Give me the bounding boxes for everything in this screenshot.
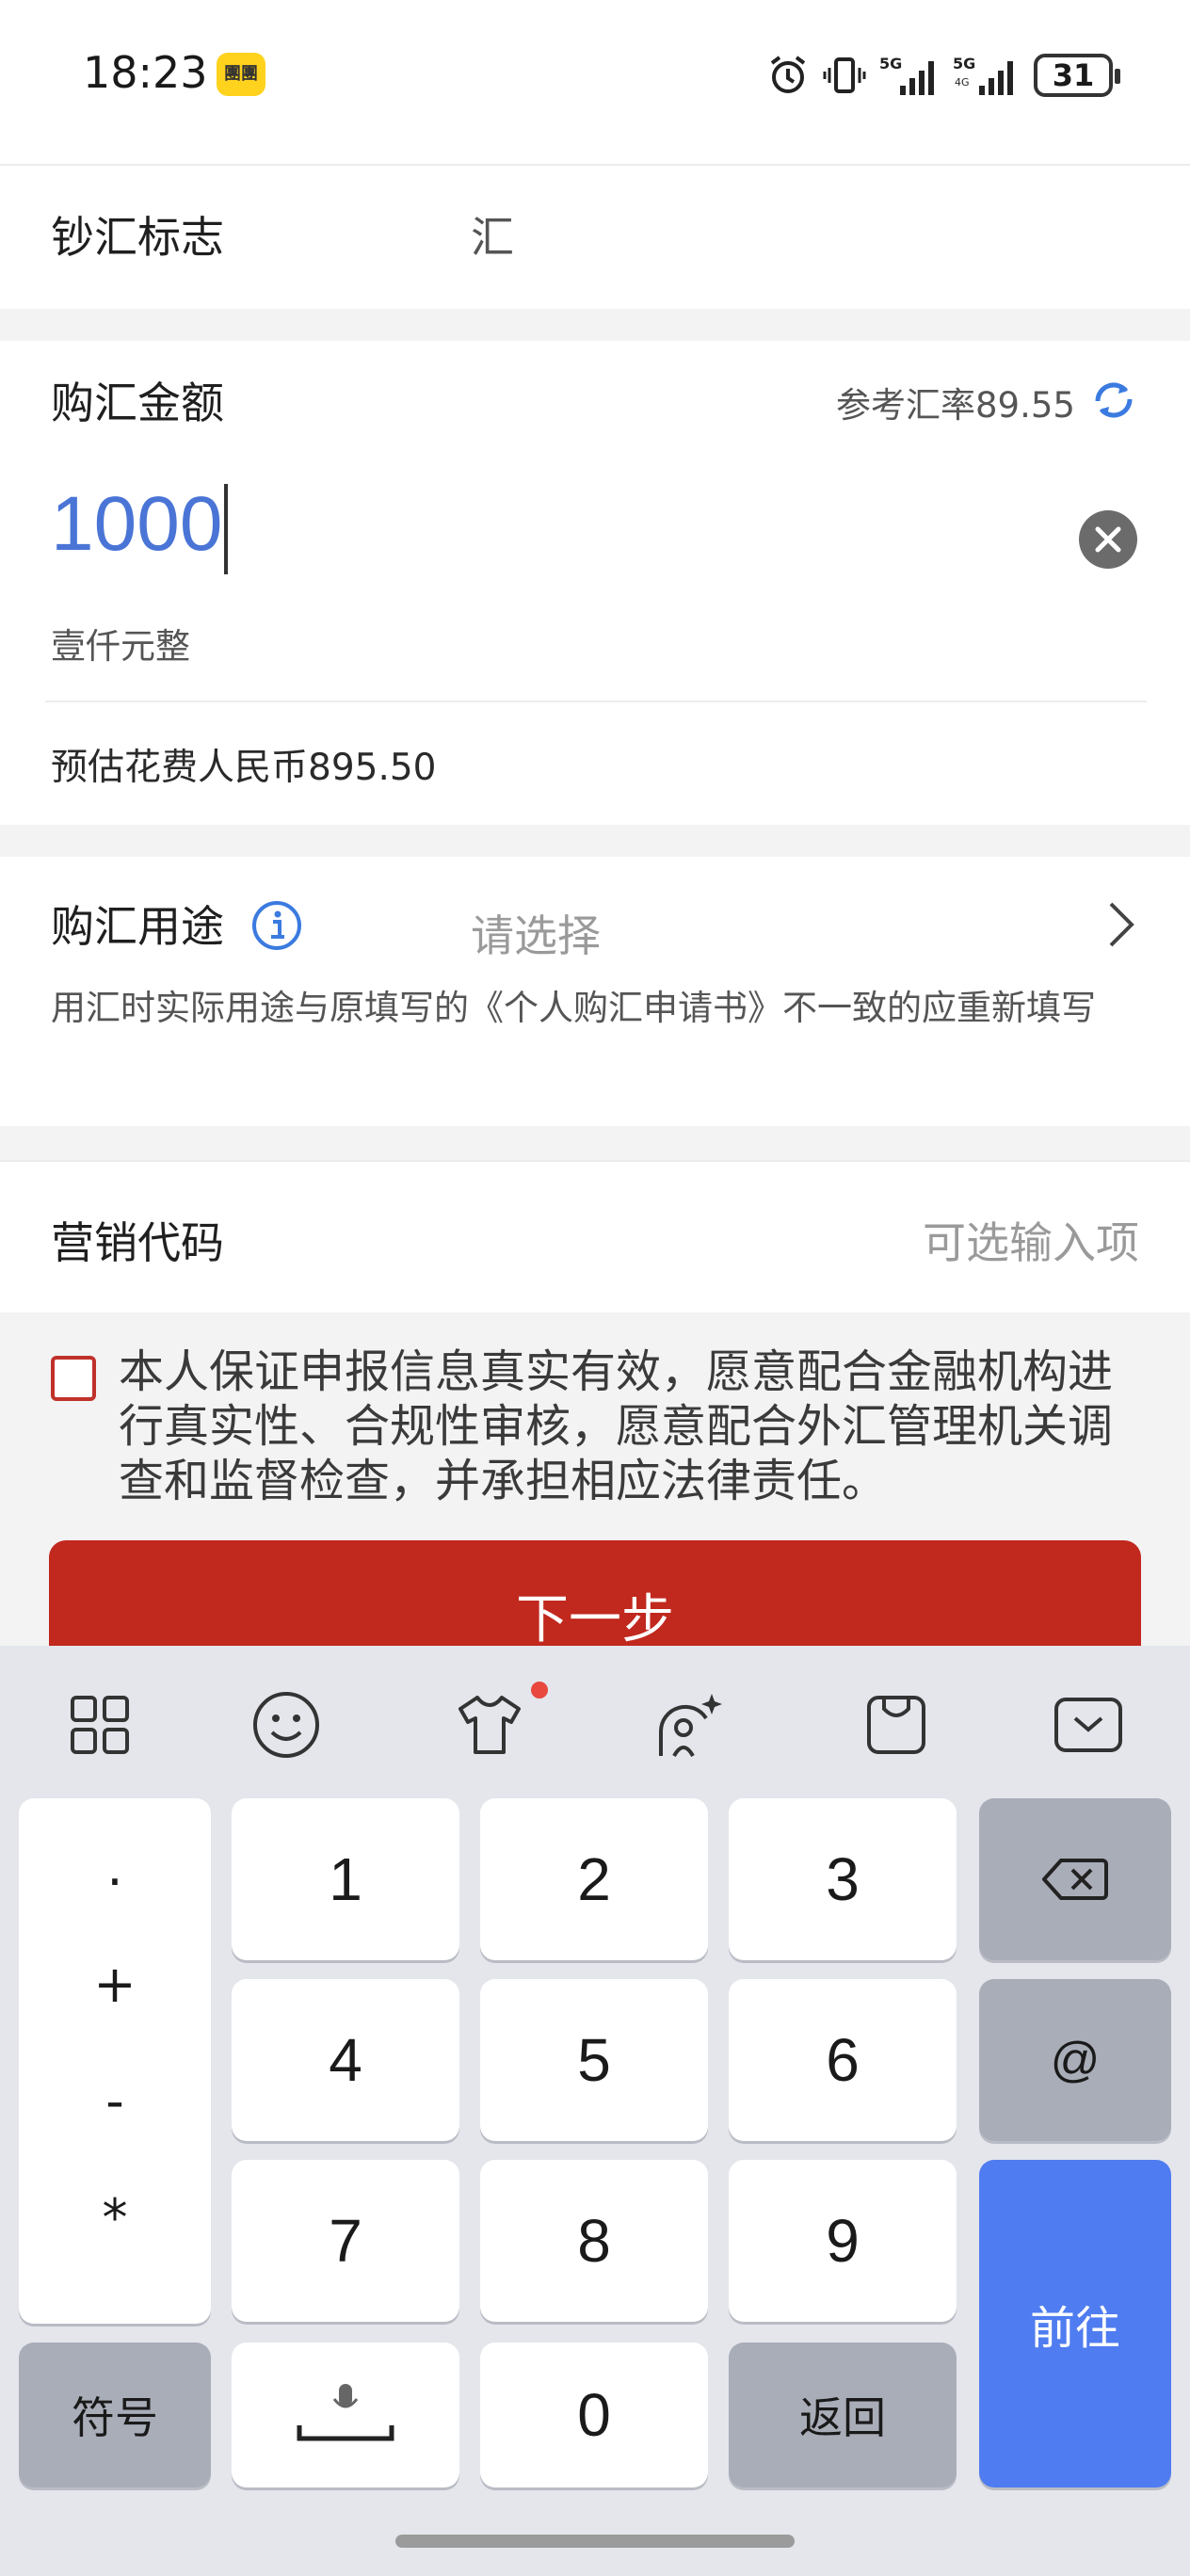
svg-text:5G: 5G bbox=[879, 55, 902, 72]
home-indicator[interactable] bbox=[395, 2535, 795, 2548]
svg-text:5G: 5G bbox=[953, 55, 975, 72]
key-4[interactable]: 4 bbox=[232, 1979, 459, 2141]
clear-amount-button[interactable] bbox=[1079, 510, 1137, 569]
key-at[interactable]: @ bbox=[979, 1979, 1171, 2141]
section-gap bbox=[0, 309, 1190, 341]
go-key[interactable]: 前往 bbox=[979, 2160, 1171, 2487]
back-key[interactable]: 返回 bbox=[729, 2343, 957, 2487]
key-3[interactable]: 3 bbox=[729, 1798, 957, 1960]
text-caret bbox=[224, 484, 229, 575]
key-0[interactable]: 0 bbox=[480, 2343, 708, 2487]
key-2[interactable]: 2 bbox=[480, 1798, 708, 1960]
battery-icon: 31 bbox=[1034, 54, 1120, 97]
space-key[interactable] bbox=[232, 2343, 459, 2487]
skin-icon[interactable] bbox=[452, 1682, 548, 1763]
key-9[interactable]: 9 bbox=[729, 2160, 957, 2322]
amount-label: 购汇金额 bbox=[51, 378, 224, 428]
section-gap bbox=[0, 825, 1190, 857]
symbol-key[interactable]: 符号 bbox=[19, 2343, 211, 2487]
ai-icon[interactable] bbox=[653, 1687, 729, 1763]
backspace-key[interactable] bbox=[979, 1798, 1171, 1960]
key-6[interactable]: 6 bbox=[729, 1979, 957, 2141]
backspace-icon bbox=[1042, 1859, 1108, 1900]
cash-flag-label: 钞汇标志 bbox=[51, 212, 224, 263]
estimated-cost: 预估花费人民币895.50 bbox=[51, 747, 437, 789]
grid-icon[interactable] bbox=[62, 1687, 137, 1763]
close-icon bbox=[1095, 526, 1121, 553]
key-5[interactable]: 5 bbox=[480, 1979, 708, 2141]
cash-flag-row: 钞汇标志 汇 bbox=[0, 168, 1190, 309]
symbol-column: . + - * bbox=[19, 1798, 211, 2324]
declaration-checkbox[interactable] bbox=[51, 1356, 96, 1401]
key-dot[interactable]: . bbox=[19, 1838, 211, 1897]
info-icon[interactable] bbox=[250, 899, 303, 952]
clipboard-icon[interactable] bbox=[859, 1687, 934, 1763]
section-gap bbox=[0, 1126, 1190, 1160]
status-bar: 18:23 團團 5G 5G 4G 31 bbox=[0, 0, 1190, 166]
key-8[interactable]: 8 bbox=[480, 2160, 708, 2322]
declaration-text: 本人保证申报信息真实有效，愿意配合金融机构进行真实性、合规性审核，愿意配合外汇管… bbox=[119, 1345, 1114, 1507]
app-notification-icon: 團團 bbox=[217, 53, 265, 96]
svg-text:4G: 4G bbox=[955, 76, 970, 89]
key-plus[interactable]: + bbox=[19, 1955, 211, 2014]
purpose-label: 购汇用途 bbox=[51, 901, 224, 952]
signal-5g-icon: 5G bbox=[879, 55, 934, 95]
refresh-icon[interactable] bbox=[1088, 377, 1139, 424]
notification-dot bbox=[531, 1682, 548, 1699]
signal-5g-icon-2: 5G 4G bbox=[953, 55, 1013, 95]
vibrate-icon bbox=[823, 57, 866, 93]
key-1[interactable]: 1 bbox=[232, 1798, 459, 1960]
next-button[interactable]: 下一步 bbox=[49, 1540, 1141, 1663]
keyboard-toolbar bbox=[0, 1646, 1190, 1796]
status-time: 18:23 bbox=[83, 47, 208, 98]
cash-flag-value: 汇 bbox=[471, 212, 514, 263]
key-7[interactable]: 7 bbox=[232, 2160, 459, 2322]
divider bbox=[45, 700, 1147, 702]
status-icons: 5G 5G 4G 31 bbox=[766, 49, 1120, 102]
key-minus[interactable]: - bbox=[19, 2071, 211, 2131]
amount-uppercase: 壹仟元整 bbox=[51, 626, 190, 667]
chevron-right-icon[interactable] bbox=[1103, 896, 1143, 953]
microphone-icon bbox=[297, 2384, 394, 2441]
marketing-code-label: 营销代码 bbox=[51, 1217, 224, 1268]
reference-rate: 参考汇率89.55 bbox=[836, 385, 1075, 426]
key-asterisk[interactable]: * bbox=[19, 2188, 211, 2247]
emoji-icon[interactable] bbox=[249, 1687, 324, 1763]
purpose-note: 用汇时实际用途与原填写的《个人购汇申请书》不一致的应重新填写 bbox=[51, 988, 1096, 1028]
purpose-select[interactable]: 请选择 bbox=[471, 902, 601, 964]
amount-value: 1000 bbox=[51, 481, 223, 567]
marketing-code-input[interactable]: 可选输入项 bbox=[923, 1209, 1139, 1271]
amount-input[interactable]: 1000 bbox=[51, 480, 229, 575]
alarm-icon bbox=[770, 56, 806, 93]
collapse-keyboard-icon[interactable] bbox=[1051, 1687, 1126, 1763]
